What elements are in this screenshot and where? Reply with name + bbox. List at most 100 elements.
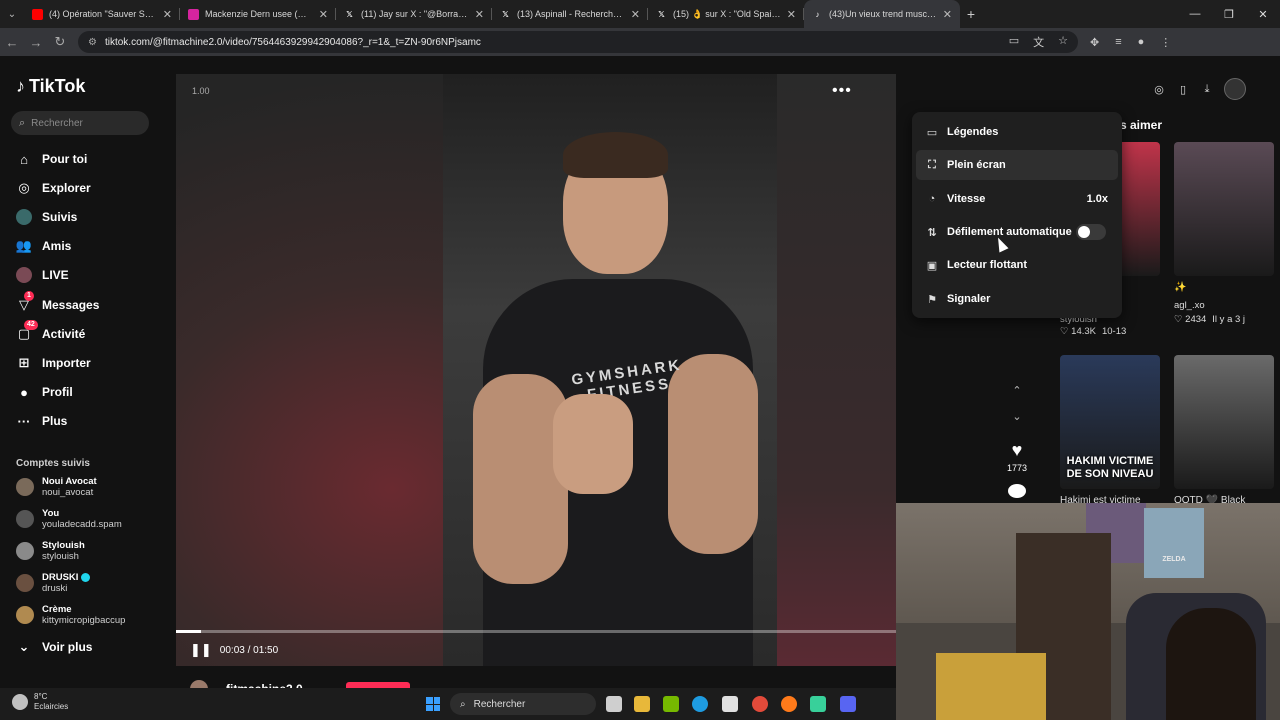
followed-account[interactable]: DRUSKI druski — [16, 572, 91, 594]
search-input[interactable]: ⌕ Rechercher — [11, 111, 149, 135]
like-button[interactable]: ♥ 1773 — [1004, 440, 1030, 473]
browser-tab[interactable]: Mackenzie Dern usee (@macke ✕ — [180, 0, 336, 28]
account-avatar — [16, 510, 34, 528]
nav-item[interactable]: Suivis — [16, 206, 77, 228]
tab-close-icon[interactable]: ✕ — [943, 8, 952, 21]
video-blur-right — [776, 74, 896, 666]
tab-close-icon[interactable]: ✕ — [319, 8, 328, 21]
tab-close-icon[interactable]: ✕ — [163, 8, 172, 21]
windows-taskbar: 8°C Eclaircies ⌕ Rechercher — [0, 688, 896, 720]
followed-account[interactable]: Crème kittymicropigbaccup — [16, 604, 125, 626]
nav-item[interactable]: ▢ 42 Activité — [16, 320, 85, 345]
edge-icon[interactable] — [692, 696, 708, 712]
task-view-icon[interactable] — [606, 696, 622, 712]
browser-tab[interactable]: 𝕏 (11) Jay sur X : "@Borrachinha ✕ — [336, 0, 492, 28]
nav-item[interactable]: ◎ Explorer — [16, 177, 90, 199]
extensions-icon[interactable]: ✥ — [1090, 36, 1099, 49]
cast-icon[interactable]: ▭ — [1009, 34, 1019, 50]
user-avatar[interactable] — [1224, 78, 1246, 100]
menu-item[interactable]: ⇅ Défilement automatique — [916, 217, 1118, 247]
tiktok-logo[interactable]: ♪ TikTok — [16, 76, 85, 97]
more-options-icon[interactable]: ••• — [832, 82, 852, 100]
tab-close-icon[interactable]: ✕ — [631, 8, 640, 21]
progress-bar[interactable] — [176, 630, 896, 633]
reload-icon[interactable]: ↻ — [48, 34, 72, 50]
followed-account[interactable]: Noui Avocat noui_avocat — [16, 476, 97, 498]
maximize-icon[interactable]: ❐ — [1212, 8, 1246, 21]
autoscroll-toggle[interactable] — [1076, 224, 1106, 240]
browser-tab[interactable]: ♪ (43)Un vieux trend muscu a ✕ — [804, 0, 960, 28]
nav-item[interactable]: 👥 Amis — [16, 235, 71, 257]
browser-tab[interactable]: 𝕏 (13) Aspinall - Recherche / X ✕ — [492, 0, 648, 28]
account-handle: noui_avocat — [42, 487, 94, 498]
followed-account[interactable]: Stylouish stylouish — [16, 540, 85, 562]
nav-item[interactable]: ··· Plus — [16, 410, 68, 432]
tab-title: Mackenzie Dern usee (@macke — [205, 9, 313, 19]
coins-icon[interactable]: ◎ — [1152, 83, 1166, 96]
menu-item[interactable]: ◔ Vitesse 1.0x — [916, 184, 1118, 214]
bookmark-star-icon[interactable]: ☆ — [1058, 34, 1068, 50]
next-video-icon[interactable]: ⌄ — [1006, 410, 1028, 432]
firefox-icon[interactable] — [781, 696, 797, 712]
nvidia-icon[interactable] — [663, 696, 679, 712]
store-icon[interactable] — [722, 696, 738, 712]
nav-item[interactable]: LIVE — [16, 264, 69, 286]
browser-menu-icon[interactable]: ⋮ — [1160, 36, 1171, 49]
recommended-video[interactable] — [1174, 142, 1274, 276]
windows-start-icon[interactable] — [426, 697, 440, 711]
minimize-icon[interactable]: — — [1178, 8, 1212, 21]
instagram-icon — [188, 8, 199, 20]
nav-item-label: Pour toi — [42, 152, 88, 166]
nav-item[interactable]: ● Profil — [16, 381, 73, 403]
taskbar-search[interactable]: ⌕ Rechercher — [450, 693, 596, 715]
account-avatar — [16, 606, 34, 624]
tab-title: (4) Opération "Sauver Sarko", le — [49, 9, 157, 19]
time-display: 00:03 / 01:50 — [219, 644, 279, 656]
weather-cloud-icon — [12, 694, 28, 710]
followed-account[interactable]: You youladecadd.spam — [16, 508, 122, 530]
address-bar[interactable]: ⚙ tiktok.com/@fitmachine2.0/video/756446… — [78, 31, 1078, 53]
new-tab-button[interactable]: + — [960, 6, 982, 22]
recommendations-title: s aimer — [1120, 118, 1163, 132]
tab-search-icon[interactable]: ⌄ — [0, 0, 24, 28]
comment-icon[interactable] — [1008, 484, 1026, 498]
nav-item[interactable]: ▽ 1 Messages — [16, 291, 99, 316]
download-icon[interactable]: ⤓ — [1200, 83, 1214, 96]
see-more-label: Voir plus — [42, 640, 93, 654]
menu-item[interactable]: ⚑ Signaler — [916, 284, 1118, 314]
menu-item-label: Défilement automatique — [947, 226, 1072, 238]
nav-item[interactable]: ⊞ Importer — [16, 352, 91, 374]
back-icon[interactable]: ← — [0, 35, 24, 50]
translate-icon[interactable]: 文 — [1033, 34, 1044, 50]
previous-video-icon[interactable]: ⌃ — [1006, 384, 1028, 406]
menu-item[interactable]: ▣ Lecteur flottant — [916, 250, 1118, 280]
following-section-title: Comptes suivis — [16, 458, 90, 469]
app-icon[interactable]: ▯ — [1176, 83, 1190, 96]
app-green-icon[interactable] — [810, 696, 826, 712]
see-more-button[interactable]: ⌄ Voir plus — [16, 636, 93, 658]
media-controls-icon[interactable]: ≡ — [1115, 36, 1121, 49]
browser-tab[interactable]: (4) Opération "Sauver Sarko", le ✕ — [24, 0, 180, 28]
verified-icon — [81, 572, 91, 582]
tab-close-icon[interactable]: ✕ — [475, 8, 484, 21]
recommended-video[interactable]: HAKIMI VICTIME DE SON NIVEAU — [1060, 355, 1160, 489]
tab-close-icon[interactable]: ✕ — [787, 8, 796, 21]
weather-widget[interactable]: 8°C Eclaircies — [12, 692, 68, 712]
menu-item[interactable]: ⛶ Plein écran — [916, 150, 1118, 180]
profile-icon[interactable]: ● — [1138, 36, 1145, 49]
messages-icon: ▽ 1 — [16, 291, 34, 313]
tab-title: (15) 👌 sur X : "Old Spain &gt; — [673, 8, 781, 19]
chrome-icon[interactable] — [752, 696, 768, 712]
nav-item-label: LIVE — [42, 268, 69, 282]
menu-item[interactable]: ▭ Légendes — [916, 117, 1118, 147]
file-explorer-icon[interactable] — [634, 696, 650, 712]
close-window-icon[interactable]: ✕ — [1246, 8, 1280, 21]
site-info-icon[interactable]: ⚙ — [88, 37, 97, 48]
discord-icon[interactable] — [840, 696, 856, 712]
browser-tab[interactable]: 𝕏 (15) 👌 sur X : "Old Spain &gt; ✕ — [648, 0, 804, 28]
pause-icon[interactable]: ❚❚ — [190, 642, 212, 658]
video-player[interactable]: GYMSHARK FITNESS 1.00 ❚❚ 00:03 / 01:50 — [176, 74, 896, 666]
nav-item[interactable]: ⌂ Pour toi — [16, 148, 87, 170]
recommended-video[interactable] — [1174, 355, 1274, 489]
forward-icon[interactable]: → — [24, 35, 48, 50]
